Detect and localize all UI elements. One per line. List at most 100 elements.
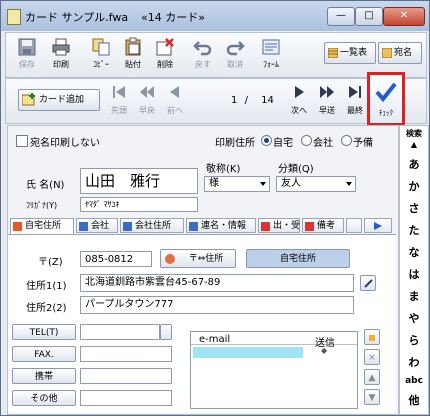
- kana-wa[interactable]: わ: [400, 354, 428, 370]
- no-print-checkbox[interactable]: [16, 135, 28, 147]
- check-button[interactable]: ﾁｪｯｸ: [367, 72, 405, 126]
- kana-index-title: 検索: [406, 129, 422, 138]
- next-card-button[interactable]: 次へ: [286, 81, 312, 121]
- close-button[interactable]: ✕: [383, 7, 425, 26]
- send-flag[interactable]: ◆: [321, 346, 327, 355]
- tab-joint-info-label: 連名・情報: [201, 221, 247, 231]
- tab-company[interactable]: 会社: [76, 218, 118, 233]
- category-value: 友人: [281, 178, 301, 189]
- kana-ha[interactable]: は: [400, 266, 428, 282]
- save-tool[interactable]: 保存: [12, 35, 42, 75]
- kana-other[interactable]: 他: [400, 392, 428, 408]
- kana-ra[interactable]: ら: [400, 332, 428, 348]
- undo-icon: [193, 41, 212, 56]
- radio-home[interactable]: [261, 135, 272, 146]
- other-field[interactable]: [80, 390, 172, 406]
- kana-ta[interactable]: た: [400, 222, 428, 238]
- fast-back-button[interactable]: 早戻: [134, 81, 160, 121]
- tel-button[interactable]: TEL(T): [12, 324, 76, 340]
- save-icon: [18, 38, 36, 56]
- zip-field[interactable]: 085-0812: [80, 251, 152, 267]
- tab-joint-info[interactable]: 連名・情報: [186, 218, 256, 233]
- window-title-text: カード サンプル.fwa: [25, 11, 129, 24]
- first-card-button[interactable]: 先頭: [106, 81, 132, 121]
- honorific-select[interactable]: 様: [204, 176, 270, 192]
- radio-spare-label: 予備: [353, 138, 373, 149]
- card-pager: 1 / 14: [231, 95, 274, 106]
- address2-field[interactable]: パープルタウン777: [80, 296, 354, 314]
- form-tool[interactable]: ﾌｫｰﾑ: [256, 35, 286, 75]
- undo-tool[interactable]: 戻す: [188, 35, 218, 75]
- copy-label: ｺﾋﾟｰ: [93, 60, 109, 69]
- redo-tool[interactable]: 取消: [220, 35, 250, 75]
- zip-convert-button[interactable]: 〒⇔住所: [160, 249, 236, 268]
- tab-scroll-right[interactable]: [364, 218, 392, 233]
- prev-card-button[interactable]: 前へ: [162, 81, 188, 121]
- next-icon: [295, 86, 304, 98]
- address-name-button[interactable]: 宛名: [378, 42, 422, 64]
- prev-label: 前へ: [167, 106, 183, 115]
- address1-field[interactable]: 北海道釧路市紫雲台45-67-89: [80, 274, 354, 292]
- last-card-button[interactable]: 最終: [342, 81, 368, 121]
- print-tool[interactable]: 印刷: [46, 35, 76, 75]
- tab-home-address[interactable]: 自宅住所: [10, 218, 74, 235]
- category-select[interactable]: 友人: [276, 176, 356, 192]
- other-button[interactable]: その他: [12, 390, 76, 406]
- tab-notes[interactable]: 備考: [302, 218, 344, 233]
- radio-company[interactable]: [301, 135, 312, 146]
- name-label: 氏 名(N): [26, 180, 65, 191]
- address2-label: 住所2(2): [26, 303, 67, 314]
- email-add-button[interactable]: [364, 329, 380, 345]
- email-row-input[interactable]: [193, 347, 303, 358]
- redo-icon: [226, 41, 245, 56]
- prev-icon: [170, 86, 179, 98]
- tab-company-address[interactable]: 会社住所: [120, 218, 184, 233]
- kana-na[interactable]: な: [400, 244, 428, 260]
- kana-ka[interactable]: か: [400, 178, 428, 194]
- fast-back-label: 早戻: [139, 106, 155, 115]
- address-lookup-button[interactable]: [360, 275, 376, 291]
- fax-button[interactable]: FAX.: [12, 346, 76, 362]
- kana-sa[interactable]: さ: [400, 200, 428, 216]
- kana-a[interactable]: あ: [400, 156, 428, 172]
- honorific-label: 敬称(K): [206, 164, 241, 175]
- delete-tool[interactable]: 削除: [150, 35, 180, 75]
- name-field[interactable]: 山田 雅行: [80, 168, 198, 194]
- home-icon: [13, 222, 22, 231]
- radio-home-label: 自宅: [273, 138, 293, 149]
- kana-ma[interactable]: ま: [400, 288, 428, 304]
- maximize-button[interactable]: □: [355, 7, 383, 26]
- email-delete-button[interactable]: ×: [364, 349, 380, 365]
- tab-company-label: 会社: [91, 221, 110, 231]
- page-separator: /: [244, 95, 248, 106]
- radio-company-label: 会社: [313, 138, 333, 149]
- list-view-button[interactable]: 一覧表: [324, 42, 376, 64]
- mobile-field[interactable]: [80, 368, 172, 384]
- tel-field[interactable]: [80, 324, 160, 340]
- kana-index-label: ▲: [410, 140, 418, 149]
- tab-company-address-label: 会社住所: [135, 221, 172, 231]
- first-icon: [113, 86, 125, 98]
- tab-sent-received[interactable]: 出・受: [258, 218, 300, 233]
- kana-index-bar: 検索 ▲ あ か さ た な は ま や ら わ abc 他: [399, 125, 429, 415]
- tab-more[interactable]: [346, 218, 362, 233]
- radio-spare[interactable]: [341, 135, 352, 146]
- home-address-button[interactable]: 自宅住所: [246, 249, 350, 268]
- furigana-label: ﾌﾘｶﾞﾅ(Y): [26, 201, 58, 210]
- fast-forward-button[interactable]: 早送: [314, 81, 340, 121]
- paste-tool[interactable]: 貼付: [118, 35, 148, 75]
- add-card-button[interactable]: カード追加: [18, 89, 100, 111]
- kana-abc[interactable]: abc: [400, 376, 428, 386]
- tel-format-button[interactable]: [160, 324, 172, 340]
- furigana-field[interactable]: ﾔﾏﾀﾞ ﾏｻﾕｷ: [80, 197, 198, 212]
- fax-field[interactable]: [80, 346, 172, 362]
- building-icon: [123, 222, 132, 231]
- star-icon: [369, 335, 375, 341]
- email-move-up-button[interactable]: ▲: [364, 369, 380, 385]
- mobile-button[interactable]: 携帯: [12, 368, 76, 384]
- app-window: カード サンプル.fwa «14 カード» — □ ✕ 保存 印刷 ｺﾋﾟｰ 貼…: [0, 0, 430, 416]
- kana-ya[interactable]: や: [400, 310, 428, 326]
- email-move-down-button[interactable]: ▼: [364, 389, 380, 405]
- minimize-button[interactable]: —: [327, 7, 355, 26]
- copy-tool[interactable]: ｺﾋﾟｰ: [86, 35, 116, 75]
